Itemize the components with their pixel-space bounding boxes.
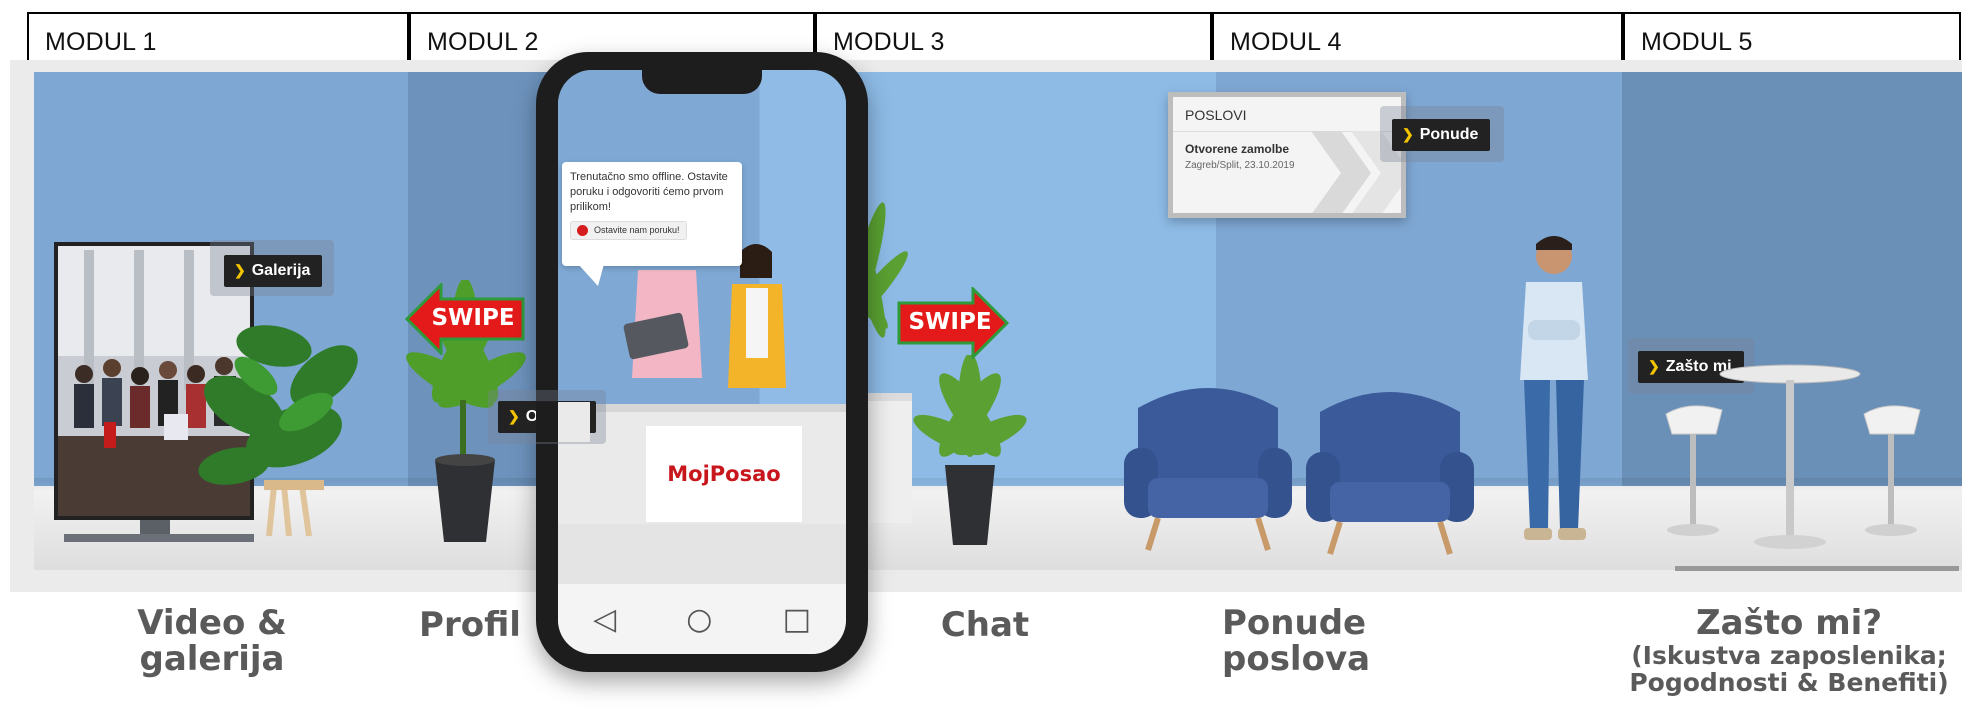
caption-zasto-mi: Zašto mi? (Iskustva zaposlenika; Pogodno… xyxy=(1629,603,1949,698)
swipe-left-label: SWIPE xyxy=(431,305,515,331)
caption-video-galerija: Video & galerija xyxy=(137,603,287,680)
chat-offline-message: Trenutačno smo offline. Ostavite poruku … xyxy=(570,171,728,213)
android-nav-bar: ◁ ○ □ xyxy=(558,584,846,654)
employee-figure xyxy=(1520,236,1588,540)
caption-chat: Chat xyxy=(940,605,1030,645)
swipe-right-label: SWIPE xyxy=(908,309,992,335)
bar-table-and-stools xyxy=(1665,364,1921,549)
brand-panel: MojPosao xyxy=(646,426,802,522)
screen-floor xyxy=(558,524,846,584)
caption-profil: Profil xyxy=(419,605,521,645)
phone-screen: MojPosao Trenutačno smo offline. Ostavit… xyxy=(558,70,846,654)
chevron-right-icon: ❯ xyxy=(234,262,246,278)
scroll-indicator[interactable] xyxy=(1675,566,1959,571)
caption-ponude-poslova: Ponude poslova xyxy=(1222,603,1371,680)
desk-edge xyxy=(866,393,912,523)
leave-message-button[interactable]: Ostavite nam poruku! xyxy=(570,220,687,240)
plant-module-3 xyxy=(913,355,1027,545)
chat-popup-tail xyxy=(578,264,604,286)
nav-back-icon[interactable]: ◁ xyxy=(593,602,616,637)
chevron-right-icon: ❯ xyxy=(1402,126,1414,142)
phone-frame-edge xyxy=(536,402,558,442)
jobs-board[interactable]: POSLOVI Otvorene zamolbe Zagreb/Split, 2… xyxy=(1168,92,1406,218)
nav-recents-icon[interactable]: □ xyxy=(783,602,811,637)
phone-notch xyxy=(642,70,762,94)
ponude-button[interactable]: ❯ Ponude xyxy=(1392,119,1491,151)
nav-home-icon[interactable]: ○ xyxy=(686,602,712,637)
record-dot-icon xyxy=(577,224,588,236)
armchair-right xyxy=(1306,392,1474,555)
brand-logo: MojPosao xyxy=(667,462,781,486)
phone-screen-edge xyxy=(558,402,590,442)
chevron-right-icon: ❯ xyxy=(508,408,520,424)
galerija-button[interactable]: ❯ Galerija xyxy=(224,255,323,287)
phone-mockup: MojPosao Trenutačno smo offline. Ostavit… xyxy=(536,52,868,672)
chat-popup: Trenutačno smo offline. Ostavite poruku … xyxy=(562,162,742,266)
armchair-left xyxy=(1124,388,1292,551)
jobs-board-title: POSLOVI xyxy=(1173,97,1401,132)
